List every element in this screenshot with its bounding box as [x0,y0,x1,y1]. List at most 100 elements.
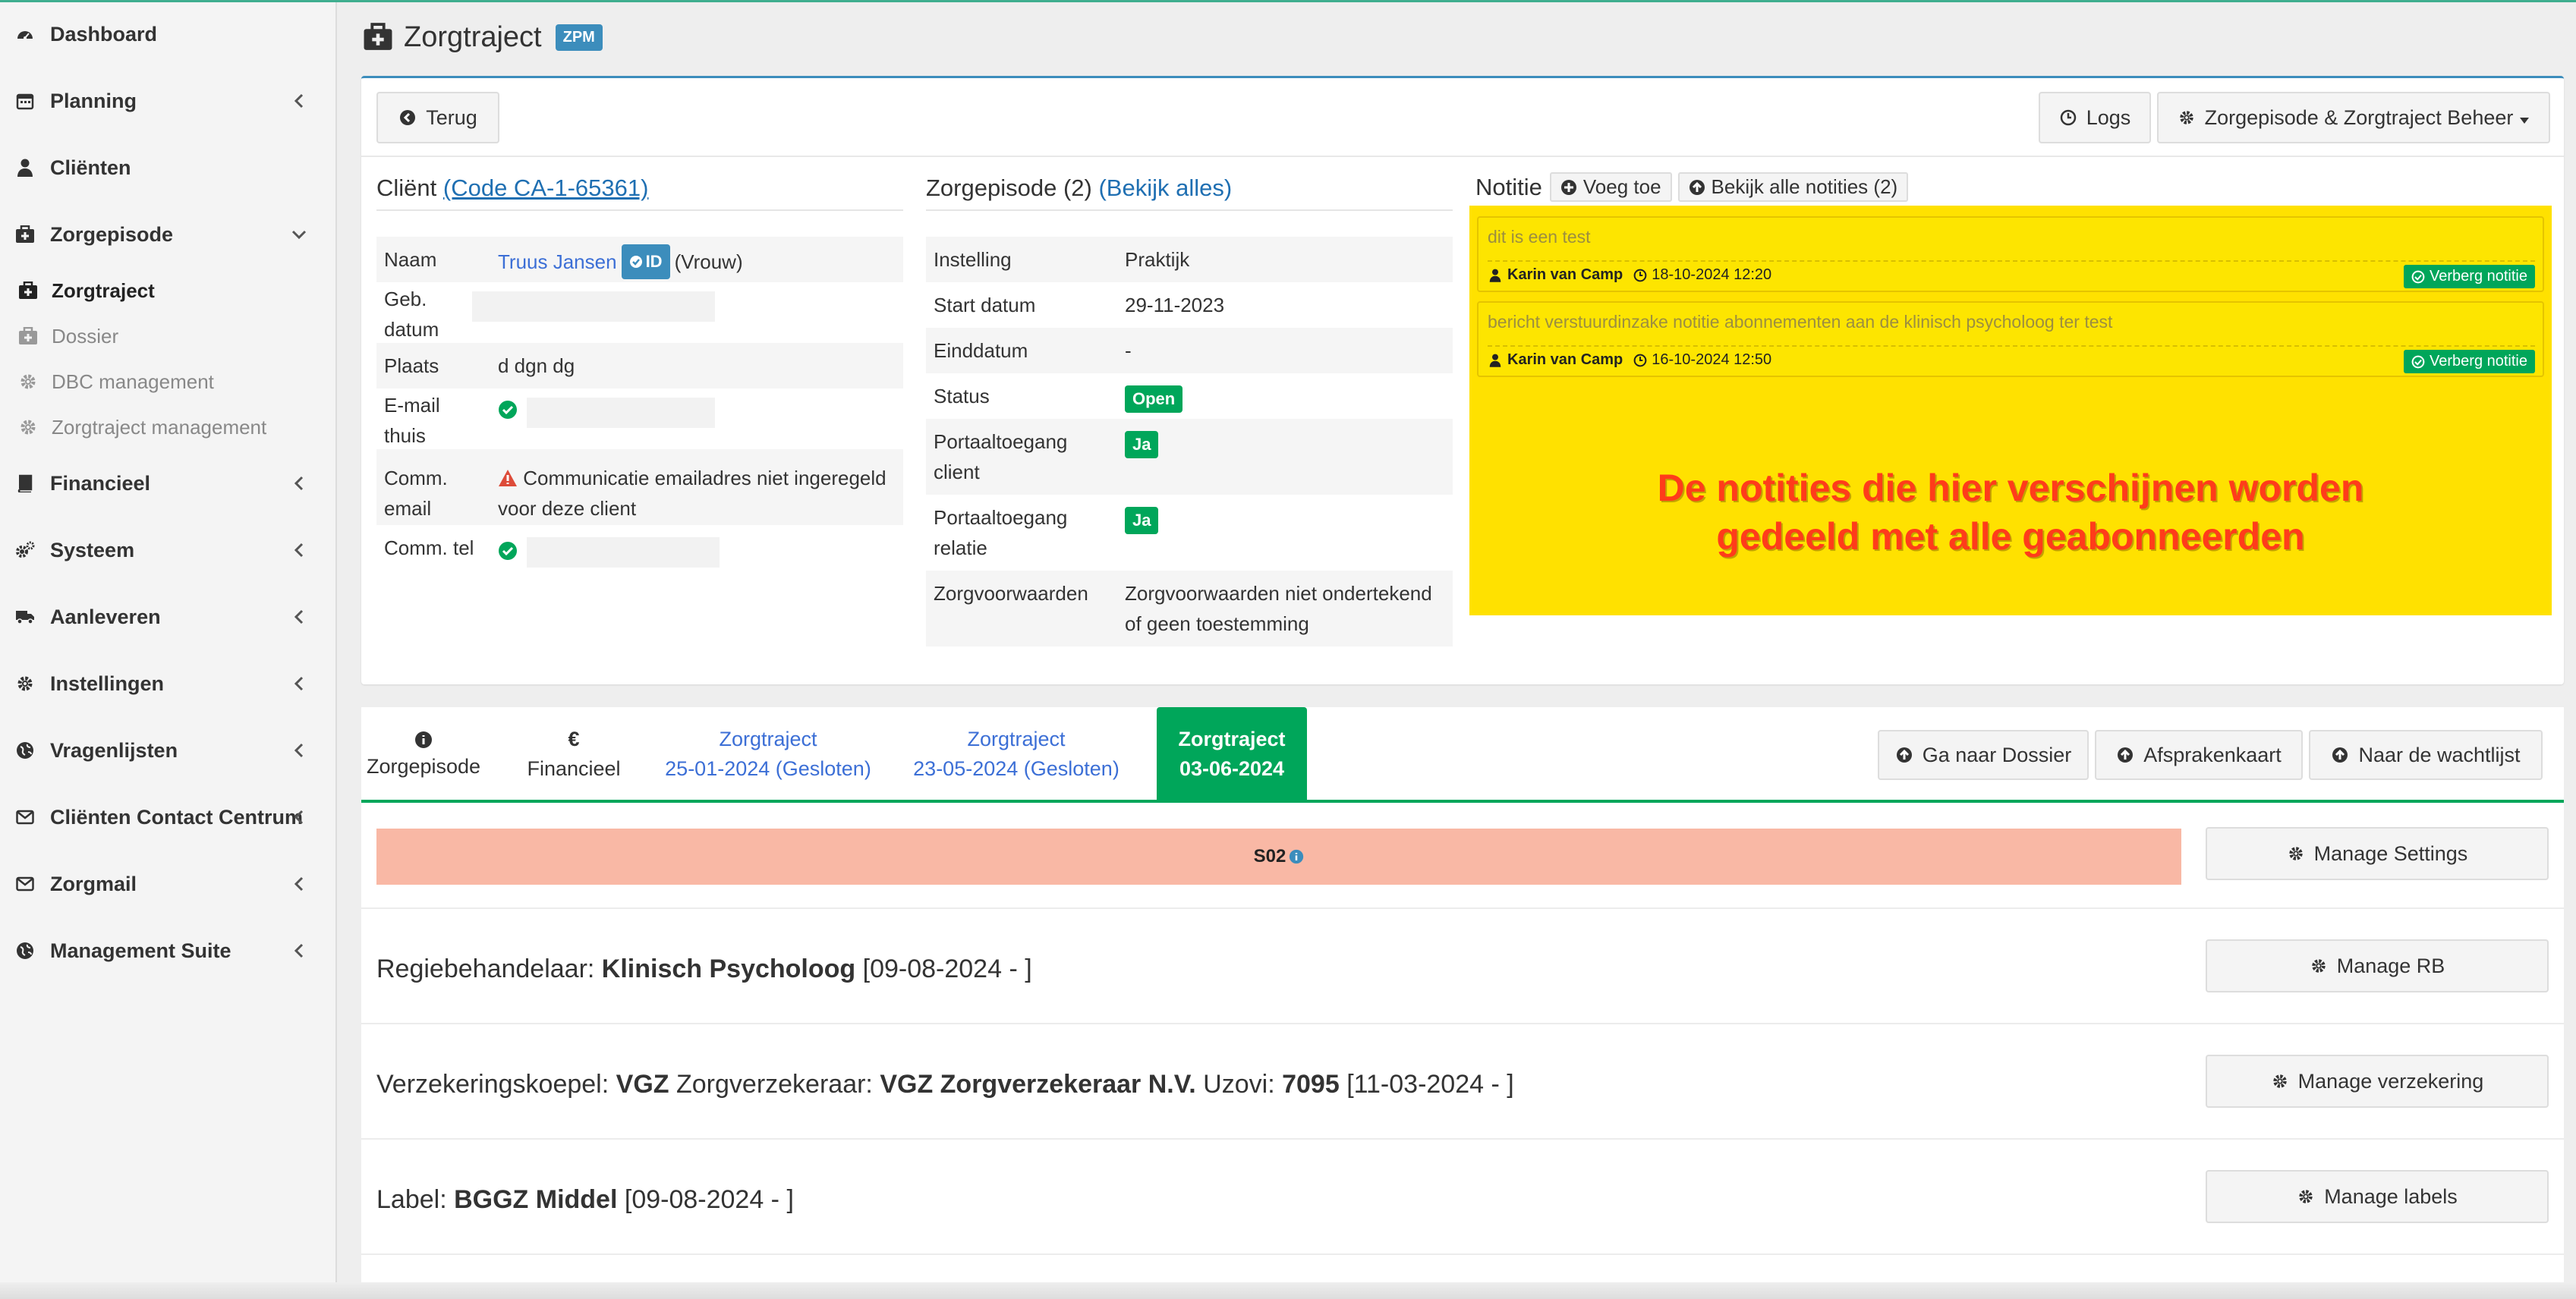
globe-icon [15,941,35,961]
ga-naar-dossier-button[interactable]: Ga naar Dossier [1878,730,2089,780]
row-key: Comm. tel [384,536,474,559]
globe-icon [15,741,35,760]
euro-icon: € [568,728,580,750]
sidebar-item-management-suite[interactable]: Management Suite [0,928,337,973]
vk-date: [11-03-2024 - ] [1346,1070,1514,1099]
note-divider [1488,260,2535,262]
chevron-left-icon [290,92,308,110]
episode-row: Status Open [926,373,1453,419]
note-card: dit is een test Karin van Camp 18-10-202… [1477,216,2544,292]
episode-row: Start datum 29-11-2023 [926,282,1453,328]
sidebar-item-financieel[interactable]: Financieel [0,461,337,506]
manage-settings-button[interactable]: Manage Settings [2206,827,2549,880]
hide-note-button[interactable]: Verberg notitie [2404,265,2535,288]
sidebar-item-systeem[interactable]: Systeem [0,527,337,573]
tab-financieel[interactable]: € Financieel [527,707,620,801]
row-divider [361,1138,2564,1140]
warning-text: Communicatie emailadres niet ingeregeld [523,467,886,489]
sidebar-item-dashboard[interactable]: Dashboard [0,11,337,57]
manage-labels-button[interactable]: Manage labels [2206,1170,2549,1223]
sidebar-subitem-dbc-management[interactable]: DBC management [0,360,337,403]
plus-circle-icon [1560,179,1576,195]
sidebar-item-planning[interactable]: Planning [0,78,337,124]
arrow-up-circle-icon [1895,746,1913,764]
note-author: Karin van Camp [1507,266,1623,283]
episode-row: Instelling Praktijk [926,237,1453,282]
user-icon [1489,354,1501,367]
beheer-dropdown-button[interactable]: Zorgepisode & Zorgtraject Beheer [2157,92,2550,143]
row-value-line: Zorgvoorwaarden niet ondertekend [1125,582,1432,605]
sidebar-item-label: Cliënten Contact Centrum [50,805,304,829]
gear-icon [18,417,38,437]
hide-note-button[interactable]: Verberg notitie [2404,350,2535,373]
sidebar-item-instellingen[interactable]: Instellingen [0,661,337,706]
gear-icon [2297,1187,2315,1206]
sidebar-item-clienten[interactable]: Cliënten [0,145,337,190]
sidebar-item-zorgepisode[interactable]: Zorgepisode [0,212,337,257]
sidebar-subitem-zorgtraject[interactable]: Zorgtraject [0,269,337,312]
tab-sublabel: 23-05-2024 (Gesloten) [913,757,1120,780]
gear-icon [18,372,38,392]
envelope-icon [15,807,35,827]
client-name-link[interactable]: Truus Jansen [498,247,617,277]
chevron-left-icon [290,608,308,626]
user-icon [1489,269,1501,282]
warning-icon [499,470,517,486]
view-all-notes-button[interactable]: Bekijk alle notities (2) [1677,172,1909,202]
chevron-left-icon [290,675,308,693]
sidebar-item-zorgmail[interactable]: Zorgmail [0,861,337,907]
sidebar-item-aanleveren[interactable]: Aanleveren [0,594,337,640]
envelope-icon [15,874,35,894]
sidebar-item-vragenlijsten[interactable]: Vragenlijsten [0,728,337,773]
ga-naar-dossier-label: Ga naar Dossier [1922,743,2072,766]
episode-heading: Zorgepisode (2) (Bekijk alles) [926,175,1453,211]
medkit-icon [15,225,35,244]
sidebar-subitem-zorgtraject-management[interactable]: Zorgtraject management [0,406,337,448]
note-divider [1488,345,2535,347]
episode-row: Einddatum - [926,328,1453,373]
tab-zorgtraject-03-06-2024[interactable]: Zorgtraject 03-06-2024 [1157,707,1307,801]
afsprakenkaart-button[interactable]: Afsprakenkaart [2095,730,2303,780]
notes-area: dit is een test Karin van Camp 18-10-202… [1469,206,2552,615]
logs-button[interactable]: Logs [2039,92,2151,143]
uz-value: 7095 [1282,1070,1340,1099]
check-circle-icon [498,398,518,428]
sidebar-item-label: Planning [50,89,137,112]
dashboard-icon [15,24,35,44]
tab-zorgtraject-25-01-2024[interactable]: Zorgtraject 25-01-2024 (Gesloten) [665,707,871,801]
portal-client-badge: Ja [1125,431,1159,458]
medkit-icon [18,281,38,300]
manage-rb-button[interactable]: Manage RB [2206,939,2549,992]
sidebar-item-clienten-contact-centrum[interactable]: Cliënten Contact Centrum [0,794,337,840]
gear-icon [15,674,35,694]
client-row-email-thuis: E-mail thuis [376,388,903,449]
note-author: Karin van Camp [1507,351,1623,368]
rb-value: Klinisch Psycholoog [601,955,856,983]
manage-verzekering-button[interactable]: Manage verzekering [2206,1055,2549,1108]
tab-zorgepisode[interactable]: Zorgepisode [367,707,480,801]
client-row-comm-tel: Comm. tel [376,525,903,571]
client-code-link[interactable]: (Code CA-1-65361) [443,175,649,201]
note-time: 16-10-2024 12:50 [1652,351,1772,368]
gear-icon [2271,1072,2289,1090]
episode-row: Portaaltoegang relatie Ja [926,495,1453,571]
beheer-label: Zorgepisode & Zorgtraject Beheer [2204,105,2514,129]
back-button[interactable]: Terug [376,92,499,143]
info-icon[interactable] [1289,849,1304,864]
truck-icon [15,607,35,627]
chevron-left-icon [290,942,308,960]
episode-view-all-link[interactable]: (Bekijk alles) [1098,175,1232,201]
id-badge[interactable]: ID [621,244,670,279]
sidebar-subitem-dossier[interactable]: Dossier [0,315,337,357]
sidebar-item-label: Cliënten [50,156,131,179]
check-circle-icon [498,539,518,569]
sidebar-subitem-label: Dossier [52,324,119,348]
note-card: bericht verstuurdinzake notitie abonneme… [1477,301,2544,377]
episode-row: Portaaltoegang client Ja [926,419,1453,495]
add-note-button[interactable]: Voeg toe [1549,172,1672,202]
tab-zorgtraject-23-05-2024[interactable]: Zorgtraject 23-05-2024 (Gesloten) [912,707,1120,801]
page-title-text: Zorgtraject [404,21,542,53]
view-all-notes-label: Bekijk alle notities (2) [1711,175,1898,198]
naar-wachtlijst-button[interactable]: Naar de wachtlijst [2309,730,2543,780]
row-value: 29-11-2023 [1125,294,1225,316]
